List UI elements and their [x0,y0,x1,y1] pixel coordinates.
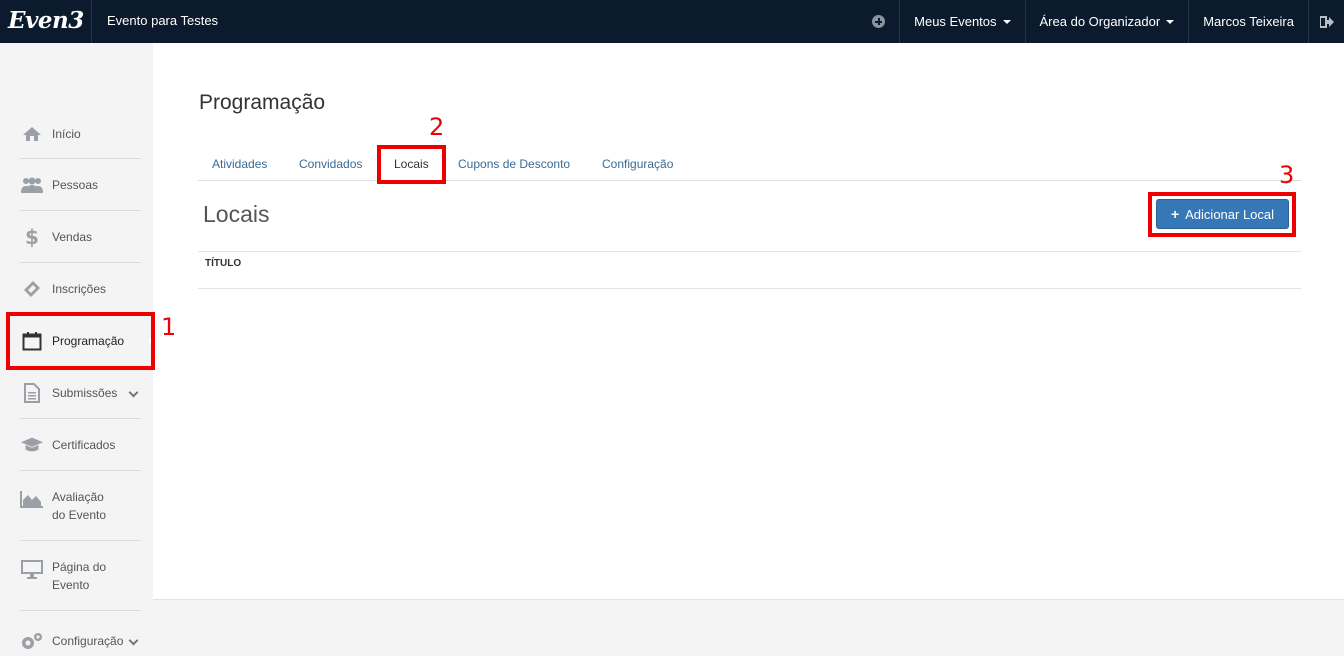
tab-cupons-de-desconto[interactable]: Cupons de Desconto [458,157,570,171]
table-top-border [198,251,1301,252]
current-event-name[interactable]: Evento para Testes [107,13,218,28]
sidebar-item-submissoes[interactable]: Submissões [20,367,141,419]
tab-atividades[interactable]: Atividades [212,157,267,171]
main-content: Programação Atividades Convidados Locais… [153,43,1344,600]
sidebar-item-pagina-evento[interactable]: Página do Evento [20,541,141,611]
user-name: Marcos Teixeira [1203,14,1294,29]
sign-out-icon [1319,15,1334,28]
annotation-number-1: 1 [161,313,177,341]
graduation-cap-icon [20,435,44,455]
chevron-down-icon [128,635,139,646]
caret-down-icon [1166,19,1175,24]
sidebar-item-avaliacao[interactable]: Avaliação do Evento [20,471,141,541]
area-organizador-dropdown[interactable]: Área do Organizador [1024,0,1189,43]
sidebar-item-vendas[interactable]: $ Vendas [20,211,141,263]
annotation-box-1 [6,312,155,370]
table-header-titulo[interactable]: TÍTULO [205,258,241,269]
plus-circle-icon [872,15,886,28]
sidebar-item-label: Certificados [52,437,116,452]
chevron-down-icon [128,387,139,397]
annotation-number-3: 3 [1279,161,1295,189]
annotation-box-3 [1148,192,1296,237]
sidebar-item-label: Avaliação do Evento [52,489,107,522]
meus-eventos-label: Meus Eventos [914,14,997,29]
add-event-button[interactable] [858,0,899,43]
user-menu[interactable]: Marcos Teixeira [1188,0,1308,43]
table-header-border [198,288,1301,289]
meus-eventos-dropdown[interactable]: Meus Eventos [899,0,1024,43]
sidebar-item-inicio[interactable]: Início [20,109,141,159]
section-title: Locais [203,201,270,227]
tab-convidados[interactable]: Convidados [299,157,362,171]
gears-icon [20,631,44,651]
sidebar-item-label: Vendas [52,229,93,244]
annotation-box-2 [377,145,446,184]
home-icon [20,124,44,144]
sidebar-item-label: Inscrições [52,281,107,296]
area-organizador-label: Área do Organizador [1039,14,1161,29]
sidebar-item-label: Pessoas [52,177,99,192]
document-icon [20,382,44,403]
even3-logo[interactable]: Even3 [8,7,84,34]
ticket-icon [20,279,44,299]
sidebar-item-inscricoes[interactable]: Inscrições [20,263,141,315]
area-chart-icon [20,489,44,509]
sidebar-item-label: Configuração [52,634,124,648]
tab-configuracao[interactable]: Configuração [602,157,673,171]
top-navbar: Even3 Evento para Testes Meus Eventos Ár… [0,0,1344,43]
dollar-icon: $ [25,224,39,249]
navbar-divider [91,0,92,43]
sidebar-item-label: Página do Evento [52,559,107,592]
sidebar-item-label: Início [52,126,81,141]
sidebar-item-pessoas[interactable]: Pessoas [20,159,141,211]
sidebar-item-label: Submissões [52,385,118,400]
users-icon [20,175,44,195]
tab-bar: Atividades Convidados Locais Cupons de D… [198,149,1301,181]
sidebar-item-configuracao[interactable]: Configuração [20,611,141,656]
navbar-right-menu: Meus Eventos Área do Organizador Marcos … [858,0,1344,43]
logout-button[interactable] [1308,0,1344,43]
sidebar-item-certificados[interactable]: Certificados [20,419,141,471]
caret-down-icon [1002,19,1011,24]
annotation-number-2: 2 [429,113,445,141]
page-title: Programação [199,91,326,114]
monitor-icon [20,559,44,579]
